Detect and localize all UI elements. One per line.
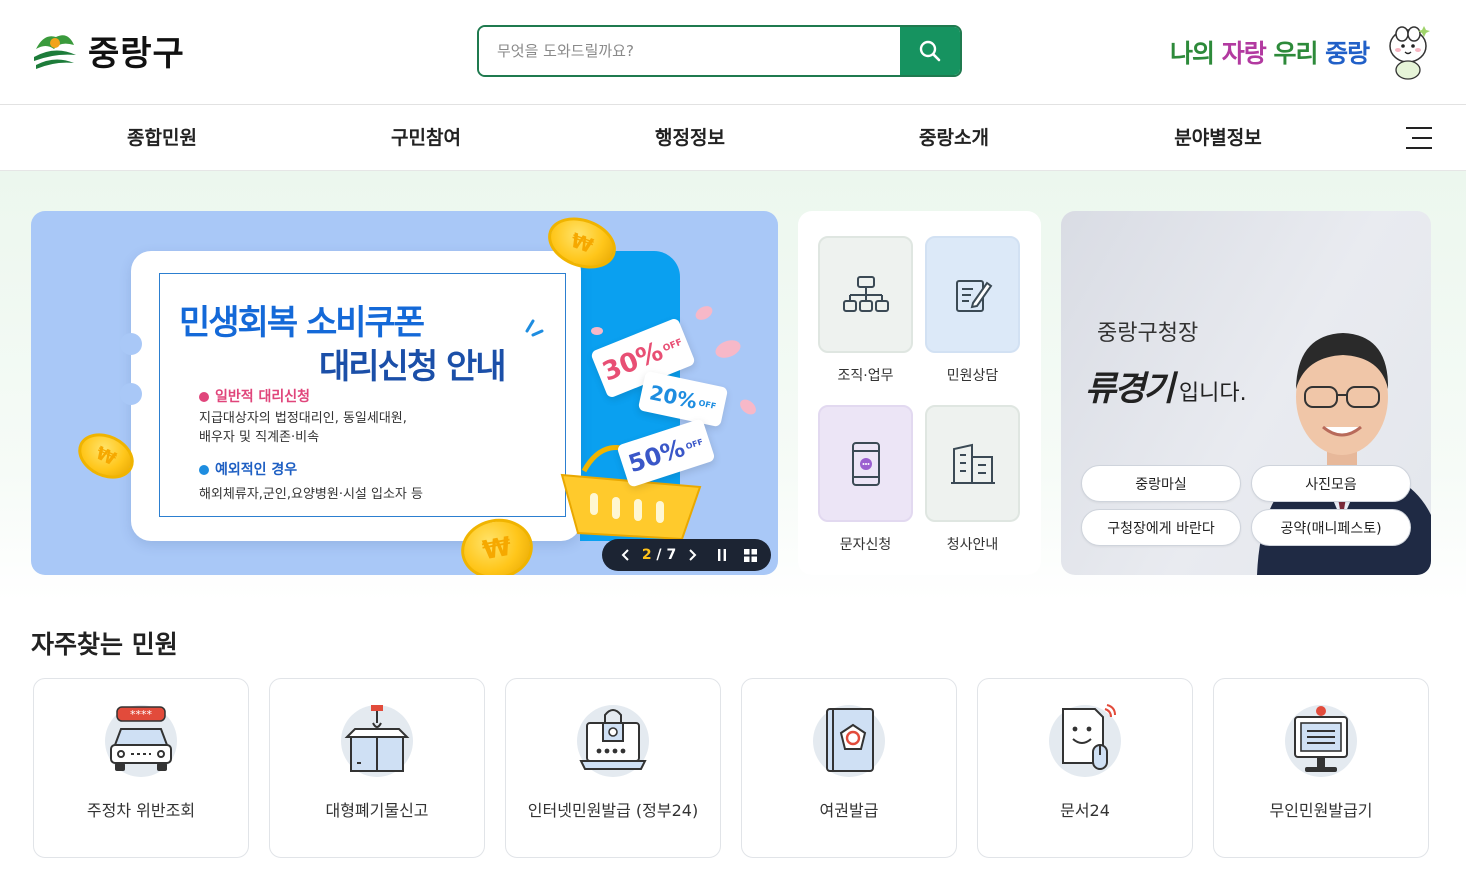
chevron-left-icon	[621, 549, 629, 561]
frequent-card-bulky-waste[interactable]: 대형폐기물신고	[269, 678, 485, 858]
bullet-dot	[199, 392, 209, 402]
grid-icon	[743, 548, 757, 562]
quick-item-label: 조직·업무	[837, 368, 894, 384]
frequent-card-label: 인터넷민원발급 (정부24)	[527, 801, 699, 820]
nav-item-about[interactable]: 중랑소개	[919, 105, 989, 171]
box-crane-icon	[344, 705, 410, 772]
quick-item-consultation[interactable]: 민원상담	[925, 236, 1020, 385]
nav-item-admin-info[interactable]: 행정정보	[655, 105, 725, 171]
pause-button[interactable]	[710, 539, 734, 571]
edit-document-icon	[955, 279, 992, 312]
frequent-card-kiosk[interactable]: 무인민원발급기	[1213, 678, 1429, 858]
frequent-card-label: 주정차 위반조회	[86, 801, 196, 820]
petal-decoration	[591, 327, 603, 335]
banner-section2-text: 해외체류자,군인,요양병원·시설 입소자 등	[199, 487, 423, 502]
sparkle-icon	[525, 319, 544, 337]
laptop-lock-icon	[579, 709, 647, 770]
quick-menu: 조직·업무 민원상담 문자신청 청사안내	[798, 211, 1041, 575]
mayor-signature: 류경기 입니다.	[1085, 369, 1247, 409]
slogan-part1: 나의	[1170, 39, 1222, 68]
quick-item-box	[818, 236, 913, 353]
building-icon	[950, 443, 995, 484]
search-icon	[919, 40, 941, 62]
search-bar	[477, 25, 962, 77]
site-logo[interactable]: 중랑구	[30, 26, 185, 75]
banner-section1-text: 지급대상자의 법정대리인, 동일세대원, 배우자 및 직계존·비속	[199, 411, 407, 445]
quick-item-box	[818, 405, 913, 522]
quick-item-sms[interactable]: 문자신청	[818, 405, 913, 554]
banner-section1-heading: 일반적 대리신청	[199, 386, 310, 406]
banner-title-line2: 대리신청 안내	[319, 347, 507, 387]
slide-pager: 2 / 7	[641, 547, 677, 563]
slogan: 나의 자랑 우리 중랑	[1170, 34, 1370, 70]
nav-item-civil-service[interactable]: 종합민원	[127, 105, 197, 171]
logo-mark-icon	[34, 34, 76, 69]
document-smile-icon	[1062, 704, 1116, 770]
frequent-card-label: 문서24	[1060, 801, 1110, 820]
next-slide-button[interactable]	[680, 539, 704, 571]
frequent-services-title: 자주찾는 민원	[31, 630, 178, 659]
kiosk-icon	[1294, 706, 1348, 772]
frequent-card-parking[interactable]: **** 주정차 위반조회	[33, 678, 249, 858]
bullet-dot	[199, 465, 209, 475]
frequent-card-label: 대형폐기물신고	[325, 801, 429, 820]
quick-item-organization[interactable]: 조직·업무	[818, 236, 913, 385]
slogan-part4: 중랑	[1325, 39, 1370, 68]
nav-item-participation[interactable]: 구민참여	[391, 105, 461, 171]
mayor-button-jungnang-masil[interactable]: 중랑마실	[1081, 465, 1241, 502]
frequent-card-doc24[interactable]: 문서24	[977, 678, 1193, 858]
frequent-card-gov24[interactable]: 인터넷민원발급 (정부24)	[505, 678, 721, 858]
menu-hamburger-icon[interactable]	[1406, 127, 1432, 149]
svg-text:****: ****	[130, 708, 153, 721]
quick-item-label: 문자신청	[839, 537, 892, 553]
slogan-part2: 자랑	[1221, 39, 1267, 68]
main-nav: 종합민원 구민참여 행정정보 중랑소개 분야별정보	[0, 105, 1466, 171]
petal-decoration	[737, 396, 759, 418]
petal-decoration	[713, 337, 743, 361]
org-chart-icon	[842, 275, 889, 312]
banner-section2-heading: 예외적인 경우	[199, 459, 297, 479]
frequent-card-passport[interactable]: 여권발급	[741, 678, 957, 858]
quick-item-building[interactable]: 청사안내	[925, 405, 1020, 554]
mascot-icon	[1389, 26, 1430, 80]
chevron-right-icon	[689, 549, 697, 561]
prev-slide-button[interactable]	[614, 539, 638, 571]
banner-title-line1: 민생회복 소비쿠폰	[179, 303, 425, 343]
quick-item-label: 민원상담	[946, 368, 999, 384]
mayor-button-suggestions[interactable]: 구청장에게 바란다	[1081, 509, 1241, 546]
petal-decoration	[693, 303, 715, 323]
view-all-slides-button[interactable]	[738, 539, 762, 571]
slogan-part3: 우리	[1265, 39, 1326, 68]
mayor-title: 중랑구청장	[1097, 321, 1199, 346]
search-button[interactable]	[900, 27, 960, 75]
mayor-button-manifesto[interactable]: 공약(매니페스토)	[1251, 509, 1411, 546]
quick-item-box	[925, 236, 1020, 353]
frequent-card-label: 여권발급	[819, 801, 879, 820]
passport-icon	[826, 708, 874, 772]
frequent-card-label: 무인민원발급기	[1269, 801, 1373, 820]
mayor-button-photo-gallery[interactable]: 사진모음	[1251, 465, 1411, 502]
search-input[interactable]	[479, 27, 900, 75]
banner-slider-controls: 2 / 7	[602, 539, 771, 571]
quick-item-box	[925, 405, 1020, 522]
header: 중랑구 나의 자랑 우리 중랑	[0, 0, 1466, 105]
mobile-message-icon	[851, 441, 880, 486]
main-banner[interactable]: 민생회복 소비쿠폰 대리신청 안내 일반적 대리신청 지급대상자의 법정대리인,…	[31, 211, 778, 575]
mayor-card: 중랑구청장 류경기 입니다. 중랑마실 사진모음 구청장에게 바란다 공약(매니페…	[1061, 211, 1431, 575]
car-icon: ****	[110, 706, 172, 771]
quick-item-label: 청사안내	[946, 537, 999, 553]
logo-text: 중랑구	[88, 34, 185, 74]
nav-item-field-info[interactable]: 분야별정보	[1174, 105, 1261, 171]
pause-icon	[718, 549, 726, 561]
